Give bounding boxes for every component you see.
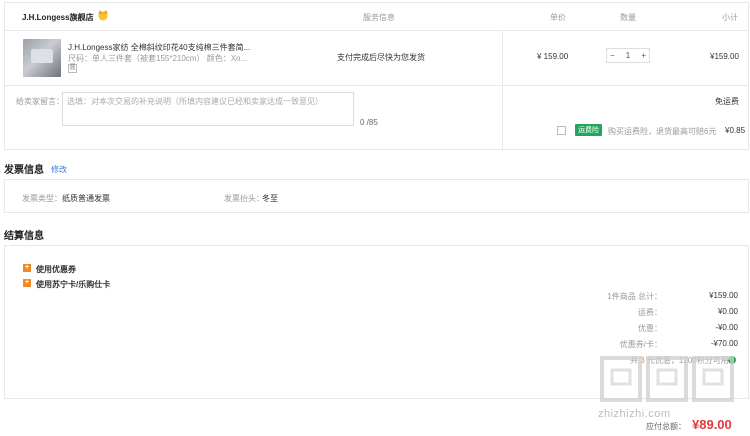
summary-shipping-value: ¥0.00 xyxy=(717,307,738,316)
summary-discount-label: 优惠： xyxy=(638,324,662,333)
qty-plus-button[interactable]: + xyxy=(641,51,646,60)
insurance-checkbox[interactable] xyxy=(557,126,566,135)
watermark-text: zhizhizhi.com xyxy=(598,408,671,420)
coupon-option[interactable]: 使用优惠券 xyxy=(36,264,76,275)
invoice-header-value: 冬至 xyxy=(262,194,278,203)
store-name[interactable]: J.H.Longess旗舰店 xyxy=(22,12,94,23)
product-thumbnail[interactable] xyxy=(23,39,61,77)
invoice-card xyxy=(4,179,749,213)
product-name[interactable]: J.H.Longess家纺 全棉斜纹印花40支纯棉三件套简... xyxy=(68,42,250,53)
col-service: 服务信息 xyxy=(363,13,395,22)
message-placeholder: 选填：对本次交易的补充说明（所填内容建议已经和卖家达成一致意见） xyxy=(67,97,323,106)
invoice-type-label: 发票类型： xyxy=(22,194,62,203)
watermark-logo xyxy=(600,356,734,402)
settlement-title: 结算信息 xyxy=(4,231,44,242)
shipping-free-label: 免运费 xyxy=(715,97,739,106)
store-badge-icon xyxy=(98,10,108,21)
card-option[interactable]: 使用苏宁卡/乐购仕卡 xyxy=(36,279,110,290)
summary-coupon-label: 优惠券/卡： xyxy=(619,340,662,349)
summary-total-label: 1件商品 总计： xyxy=(607,292,662,301)
summary-total-value: ¥159.00 xyxy=(709,291,738,300)
col-qty: 数量 xyxy=(620,13,636,22)
row-divider xyxy=(4,85,749,86)
line-subtotal: ¥159.00 xyxy=(710,52,739,61)
qty-value[interactable]: 1 xyxy=(626,51,630,60)
spec-tag: 圆 xyxy=(68,64,77,73)
invoice-title: 发票信息 xyxy=(4,165,44,176)
col-price: 单价 xyxy=(550,13,566,22)
quantity-stepper: − 1 + xyxy=(606,48,650,63)
qty-minus-button[interactable]: − xyxy=(610,51,615,60)
col-subtotal: 小计 xyxy=(722,13,738,22)
invoice-edit-link[interactable]: 修改 xyxy=(51,164,67,175)
pay-total-label: 应付总额： xyxy=(646,422,686,431)
summary-discount-value: -¥0.00 xyxy=(715,323,738,332)
insurance-text: 购买运费险，退货最高可赔6元 xyxy=(608,127,717,136)
seller-message-input[interactable]: 选填：对本次交易的补充说明（所填内容建议已经和卖家达成一致意见） xyxy=(62,92,354,126)
invoice-type-value: 纸质普通发票 xyxy=(62,194,110,203)
service-info: 支付完成后尽快为您发货 xyxy=(337,53,425,62)
unit-price: ¥ 159.00 xyxy=(537,52,569,61)
col-divider xyxy=(502,30,503,149)
coupon-expand-icon[interactable]: + xyxy=(23,264,31,272)
invoice-header-label: 发票抬头： xyxy=(224,194,264,203)
summary-coupon-value: -¥70.00 xyxy=(710,339,738,348)
summary-shipping-label: 运费： xyxy=(638,308,662,317)
product-spec: 尺码：单人三件套（被套155*210cm） 颜色：Xn... xyxy=(68,54,248,63)
insurance-tag: 运费险 xyxy=(575,124,602,136)
message-label: 给卖家留言： xyxy=(16,97,64,106)
insurance-price: ¥0.85 xyxy=(725,126,746,135)
header-divider xyxy=(4,30,749,31)
message-char-count: 0 /85 xyxy=(360,118,378,127)
card-expand-icon[interactable]: + xyxy=(23,279,31,287)
pay-total-value: ¥89.00 xyxy=(692,417,732,432)
